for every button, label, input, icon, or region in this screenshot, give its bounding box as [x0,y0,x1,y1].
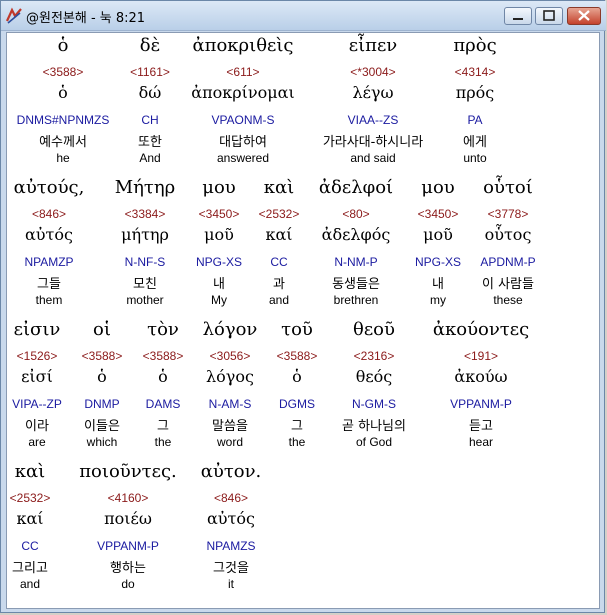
lemma-word: ἀκούω [454,367,508,386]
english-gloss: do [121,577,135,591]
english-gloss: unto [463,151,487,165]
english-gloss: it [228,577,234,591]
korean-gloss: 에게 [463,135,487,150]
morphology-code: N-GM-S [352,397,396,411]
korean-gloss: 이 사람들 [482,277,534,292]
english-gloss: of God [355,435,393,449]
window-title: @원전본해 - 눅 8:21 [26,11,146,26]
close-icon [578,10,590,21]
strong-number: <611> [226,65,260,79]
title-bar[interactable]: @원전본해 - 눅 8:21 [1,1,606,31]
greek-word: ἀκούοντες [432,319,530,340]
english-gloss: hear [468,435,494,449]
maximize-button[interactable] [535,7,563,25]
morphology-code: VPAONM-S [211,113,275,127]
lemma-word: πρός [455,83,495,102]
minimize-button[interactable] [504,7,532,25]
morphology-code: NPAMZS [206,539,256,553]
korean-gloss: 대답하여 [219,135,267,150]
strong-number: <3778> [487,207,529,221]
interlinear-text-area[interactable]: ὁ <3588> ὁ DNMS#NPNMZS 예수께서 he δὲ <1161> δώ CH 또한 A… [6,32,600,609]
english-gloss: answered [216,151,270,165]
lemma-word: ποιέω [104,509,152,528]
lemma-word: οὗτος [484,225,532,244]
korean-gloss: 행하는 [110,561,146,576]
maximize-icon [543,10,555,21]
korean-gloss: 그것을 [213,561,249,576]
korean-gloss: 곧 하나님의 [342,419,406,434]
greek-word: οὗτοί [483,177,533,198]
close-button[interactable] [567,7,601,25]
morphology-code: PA [467,113,483,127]
morphology-code: VPPANM-P [450,397,512,411]
greek-word: πρὸς [453,35,497,56]
lemma-word: θεός [355,367,393,386]
english-gloss: these [493,293,523,307]
app-window: @원전본해 - 눅 8:21 ὁ <3588> ὁ DNMS#NPNMZS 예수께서 he… [0,0,606,613]
strong-number: <191> [463,349,499,363]
lemma-word: αὐτός [207,509,255,528]
strong-number: <846> [213,491,249,505]
greek-word: θεοῦ [353,319,395,340]
app-logo-icon [5,7,22,24]
minimize-icon [513,18,523,20]
greek-word: ποιοῦντες. [79,461,177,482]
strong-number: <2316> [353,349,395,363]
morphology-code: VPPANM-P [97,539,159,553]
korean-gloss: 듣고 [469,419,493,434]
greek-word: αὐτον. [200,461,262,482]
morphology-code: APDNM-P [480,255,536,269]
greek-word: ἀποκριθεὶς [192,35,294,56]
strong-number: <4160> [107,491,149,505]
lemma-word: ἀποκρίνομαι [191,83,295,102]
strong-number: <4314> [454,65,496,79]
